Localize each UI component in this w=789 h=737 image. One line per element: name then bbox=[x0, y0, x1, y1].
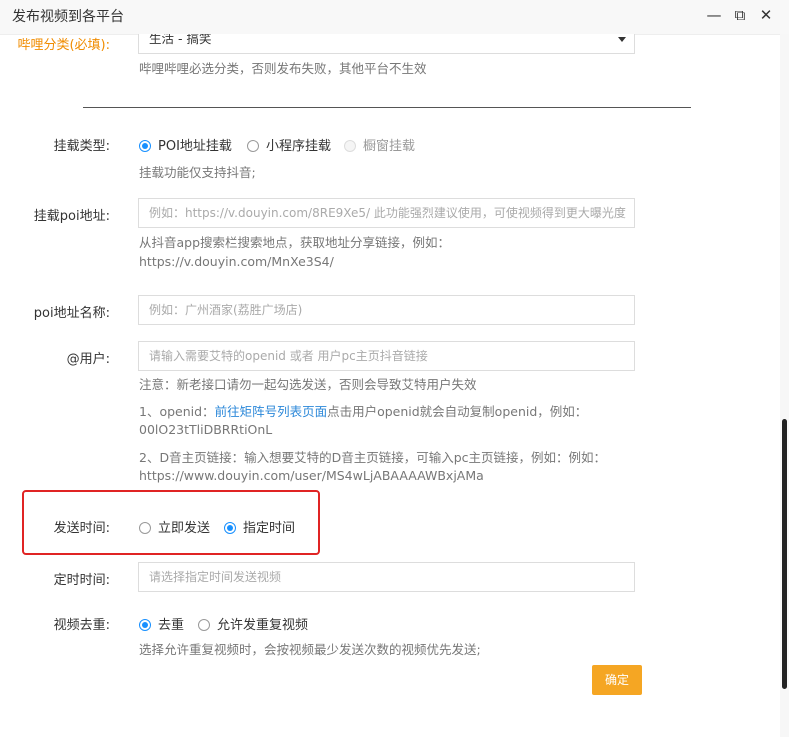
bilibili-category-select[interactable]: 生活 - 搞笑 bbox=[138, 34, 635, 54]
bilibili-category-label: 哔哩分类(必填): bbox=[17, 38, 110, 53]
radio-poi-mount[interactable]: POI地址挂载 bbox=[139, 135, 232, 154]
close-icon[interactable]: ✕ bbox=[757, 6, 775, 24]
at-user-note: 注意：新老接口请勿一起勾选发送，否则会导致艾特用户失效 bbox=[139, 377, 477, 392]
poi-address-hint: 从抖音app搜索栏搜索地点，获取地址分享链接，例如： bbox=[139, 235, 451, 250]
radio-dedupe[interactable]: 去重 bbox=[139, 614, 184, 633]
radio-icon bbox=[247, 140, 259, 152]
radio-showcase-mount: 橱窗挂载 bbox=[344, 135, 415, 154]
radio-disabled-icon bbox=[344, 140, 356, 152]
bilibili-category-hint: 哔哩哔哩必选分类，否则发布失败，其他平台不生效 bbox=[139, 61, 427, 76]
dlink-example: https://www.douyin.com/user/MS4wLjABAAAA… bbox=[139, 468, 484, 483]
dialog-title: 发布视频到各平台 bbox=[12, 9, 124, 25]
openid-instruction: 1、openid：前往矩阵号列表页面点击用户openid就会自动复制openid… bbox=[139, 402, 587, 422]
chevron-down-icon bbox=[618, 37, 626, 42]
radio-selected-icon bbox=[224, 522, 236, 534]
radio-selected-icon bbox=[139, 140, 151, 152]
poi-address-input[interactable]: 例如：https://v.douyin.com/8RE9Xe5/ 此功能强烈建议… bbox=[138, 198, 635, 228]
matrix-list-link[interactable]: 前往矩阵号列表页面 bbox=[215, 404, 328, 419]
send-time-label: 发送时间: bbox=[53, 521, 110, 536]
radio-label: POI地址挂载 bbox=[158, 139, 232, 154]
radio-icon bbox=[139, 522, 151, 534]
dedupe-hint: 选择允许重复视频时，会按视频最少发送次数的视频优先发送; bbox=[139, 642, 481, 657]
bilibili-category-value: 生活 - 搞笑 bbox=[149, 34, 212, 46]
openid-prefix: 1、openid： bbox=[139, 404, 215, 419]
mount-type-label: 挂载类型: bbox=[53, 139, 110, 154]
scrollbar-thumb[interactable] bbox=[782, 419, 787, 689]
poi-address-example: https://v.douyin.com/MnXe3S4/ bbox=[139, 254, 334, 269]
radio-send-now[interactable]: 立即发送 bbox=[139, 517, 210, 536]
at-user-label: @用户: bbox=[66, 352, 110, 367]
radio-label: 允许发重复视频 bbox=[217, 618, 309, 633]
scheduled-time-input[interactable]: 请选择指定时间发送视频 bbox=[138, 562, 635, 592]
confirm-button[interactable]: 确定 bbox=[592, 665, 642, 695]
poi-address-label: 挂载poi地址: bbox=[33, 209, 110, 224]
minimize-icon[interactable]: — bbox=[705, 6, 723, 24]
maximize-icon[interactable]: ⧉ bbox=[731, 6, 749, 24]
openid-suffix: 点击用户openid就会自动复制openid，例如： bbox=[327, 404, 588, 419]
poi-name-input[interactable]: 例如：广州酒家(荔胜广场店) bbox=[138, 295, 635, 325]
dialog-content: 哔哩分类(必填): 生活 - 搞笑 哔哩哔哩必选分类，否则发布失败，其他平台不生… bbox=[0, 34, 777, 737]
mount-type-hint: 挂载功能仅支持抖音; bbox=[139, 165, 256, 180]
section-divider bbox=[83, 107, 691, 108]
dedupe-label: 视频去重: bbox=[53, 618, 110, 633]
radio-scheduled-time[interactable]: 指定时间 bbox=[224, 517, 295, 536]
dialog-titlebar: 发布视频到各平台 — ⧉ ✕ bbox=[0, 0, 789, 35]
radio-label: 橱窗挂载 bbox=[363, 139, 416, 154]
dlink-instruction: 2、D音主页链接：输入想要艾特的D音主页链接，可输入pc主页链接，例如：例如： bbox=[139, 450, 607, 465]
scrollbar[interactable] bbox=[780, 34, 789, 737]
radio-label: 指定时间 bbox=[243, 521, 296, 536]
scheduled-time-label: 定时时间: bbox=[53, 573, 110, 588]
radio-allow-duplicate[interactable]: 允许发重复视频 bbox=[198, 614, 308, 633]
openid-example: 00lO23tTliDBRRtiOnL bbox=[139, 422, 273, 437]
poi-name-label: poi地址名称: bbox=[33, 306, 110, 321]
at-user-input[interactable]: 请输入需要艾特的openid 或者 用户pc主页抖音链接 bbox=[138, 341, 635, 371]
radio-icon bbox=[198, 619, 210, 631]
radio-label: 立即发送 bbox=[158, 521, 211, 536]
radio-label: 小程序挂载 bbox=[266, 139, 332, 154]
radio-label: 去重 bbox=[158, 618, 185, 633]
radio-selected-icon bbox=[139, 619, 151, 631]
radio-miniprogram-mount[interactable]: 小程序挂载 bbox=[247, 135, 331, 154]
